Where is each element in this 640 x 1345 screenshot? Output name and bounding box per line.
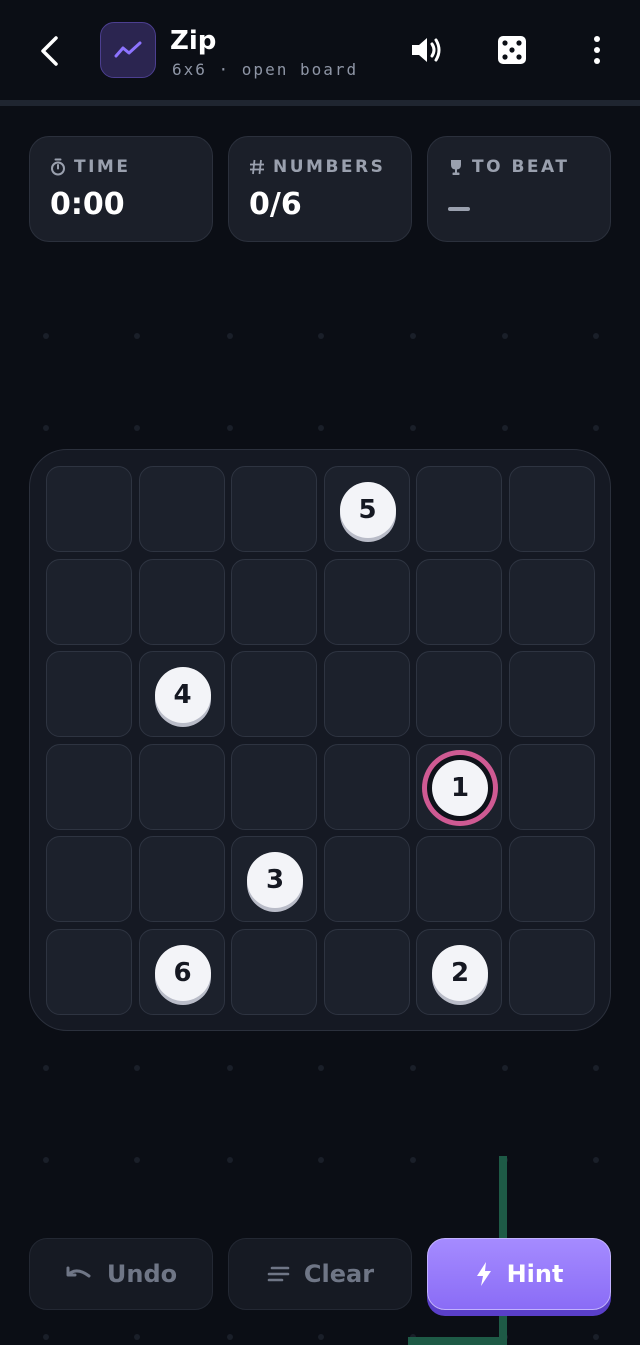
number-badge: 5 <box>339 482 396 538</box>
board-cell[interactable] <box>46 743 132 830</box>
board-cell[interactable] <box>508 836 595 922</box>
board-cell[interactable] <box>416 836 502 922</box>
puzzle-board: 5 4 1 36 2 <box>29 449 611 1031</box>
lightning-bolt-icon <box>476 1262 491 1286</box>
to-beat-label: TO BEAT <box>448 157 569 177</box>
chevron-left-icon <box>41 36 58 66</box>
page-subtitle: 6x6 · open board <box>172 60 359 79</box>
board-cell[interactable] <box>46 558 132 645</box>
numbers-card: NUMBERS 0/6 <box>228 136 412 242</box>
decorative-trace-line <box>408 1337 507 1345</box>
board-cell[interactable] <box>231 928 317 1015</box>
board-cell[interactable] <box>508 928 595 1015</box>
sound-toggle-button[interactable] <box>405 28 449 72</box>
board-cell[interactable] <box>231 558 317 645</box>
undo-arrow-icon <box>66 1266 91 1278</box>
time-card: TIME 0:00 <box>29 136 213 242</box>
board-cell[interactable] <box>323 743 410 830</box>
speaker-icon <box>412 38 441 62</box>
number-badge: 3 <box>247 852 303 908</box>
clear-lines-icon <box>267 1266 290 1282</box>
to-beat-label-text: TO BEAT <box>472 157 570 177</box>
app-root: Zip 6x6 · open board TIME 0:00 NUMBERS 0… <box>0 0 640 1345</box>
board-cell[interactable]: 1 <box>416 743 502 830</box>
new-puzzle-button[interactable] <box>490 28 534 72</box>
board-cell[interactable]: 6 <box>138 928 225 1015</box>
no-value-dash <box>448 207 470 211</box>
number-badge: 2 <box>432 944 488 1001</box>
board-cell[interactable] <box>46 651 132 737</box>
board-cell[interactable] <box>508 651 595 737</box>
to-beat-card: TO BEAT <box>427 136 611 242</box>
more-options-button[interactable] <box>575 28 619 72</box>
board-cell[interactable] <box>138 558 225 645</box>
board-cell[interactable] <box>46 836 132 922</box>
undo-label: Undo <box>106 1260 178 1288</box>
app-logo <box>100 22 156 78</box>
board-cell[interactable] <box>138 836 225 922</box>
board-cell[interactable] <box>323 558 410 645</box>
numbers-value: 0/6 <box>249 187 302 222</box>
page-title: Zip <box>170 26 217 56</box>
trophy-icon <box>451 159 461 175</box>
board-cell[interactable]: 2 <box>416 928 502 1015</box>
time-label-text: TIME <box>74 157 131 177</box>
hint-button[interactable]: Hint <box>427 1238 611 1310</box>
header-divider <box>0 100 640 106</box>
board-cell[interactable] <box>231 466 317 552</box>
number-badge: 6 <box>154 944 211 1001</box>
clear-button[interactable]: Clear <box>228 1238 412 1310</box>
number-badge: 4 <box>154 667 211 723</box>
board-cell[interactable]: 5 <box>323 466 410 552</box>
hash-icon <box>250 159 264 175</box>
zigzag-line-icon <box>114 41 142 58</box>
board-cell[interactable] <box>231 743 317 830</box>
numbers-label: NUMBERS <box>249 157 385 177</box>
board-cell[interactable] <box>323 928 410 1015</box>
board-cell[interactable] <box>46 928 132 1015</box>
clear-label: Clear <box>303 1260 375 1288</box>
board-cell[interactable]: 4 <box>138 651 225 737</box>
board-cell[interactable] <box>46 466 132 552</box>
number-badge-current: 1 <box>432 759 488 816</box>
board-cell[interactable] <box>416 651 502 737</box>
board-cell[interactable] <box>416 558 502 645</box>
board-cell[interactable] <box>508 743 595 830</box>
time-label: TIME <box>50 157 130 177</box>
board-cell[interactable]: 3 <box>231 836 317 922</box>
board-cell[interactable] <box>323 651 410 737</box>
board-cell[interactable] <box>508 558 595 645</box>
top-bar: Zip 6x6 · open board <box>0 0 640 100</box>
board-cell[interactable] <box>508 466 595 552</box>
board-cell[interactable] <box>138 466 225 552</box>
undo-button[interactable]: Undo <box>29 1238 213 1310</box>
time-value: 0:00 <box>50 187 125 222</box>
board-cell[interactable] <box>416 466 502 552</box>
back-button[interactable] <box>28 26 72 76</box>
hint-label: Hint <box>506 1260 564 1288</box>
numbers-label-text: NUMBERS <box>273 157 386 177</box>
more-vertical-icon <box>594 36 600 64</box>
dice-icon <box>498 36 526 64</box>
stopwatch-icon <box>51 158 65 176</box>
board-cell[interactable] <box>231 651 317 737</box>
board-cell[interactable] <box>323 836 410 922</box>
board-cell[interactable] <box>138 743 225 830</box>
